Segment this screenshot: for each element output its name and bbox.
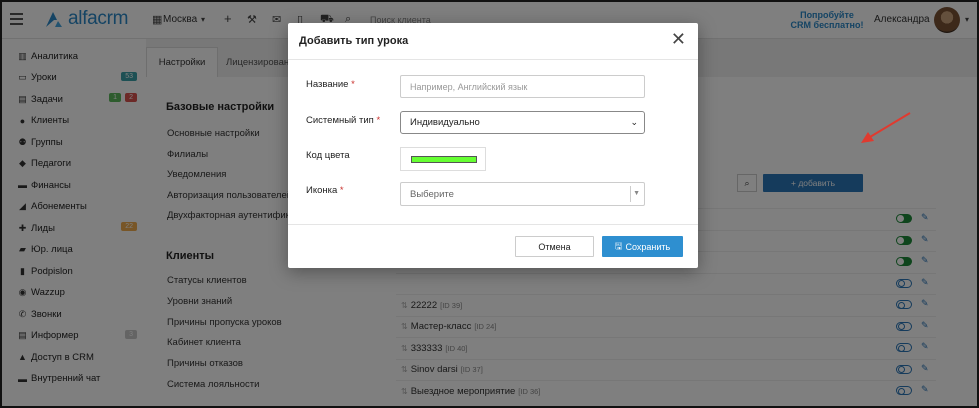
icon-select-placeholder: Выберите [410,188,454,200]
system-type-value: Индивидуально [410,117,480,128]
save-label: Сохранить [625,241,671,252]
color-label: Код цвета [306,150,350,161]
app-window: alfacrm ▦ Москва ▾ + ⚒ ✉ ▯ ⛟ ⌕ Поиск кли… [0,0,979,408]
cancel-button[interactable]: Отмена [515,236,594,257]
system-type-label: Системный тип * [306,115,381,126]
modal-footer-divider [288,224,698,225]
color-swatch [411,156,477,163]
save-button[interactable]: 🖫 Сохранить [602,236,683,257]
divider [630,186,631,202]
chevron-down-icon: ⌄ [630,117,638,127]
name-label: Название * [306,79,355,90]
color-picker[interactable] [400,147,486,171]
icon-label: Иконка * [306,185,344,196]
system-type-select[interactable]: Индивидуально ⌄ [400,111,645,134]
close-icon[interactable]: ✕ [671,30,686,48]
add-lesson-type-modal: Добавить тип урока ✕ Название * Например… [288,23,698,268]
modal-header: Добавить тип урока ✕ [288,23,698,60]
icon-select[interactable]: Выберите ▼ [400,182,645,206]
modal-title: Добавить тип урока [299,35,409,47]
name-input[interactable]: Например, Английский язык [400,75,645,98]
caret-down-icon: ▼ [633,190,640,197]
save-icon: 🖫 [614,240,623,251]
